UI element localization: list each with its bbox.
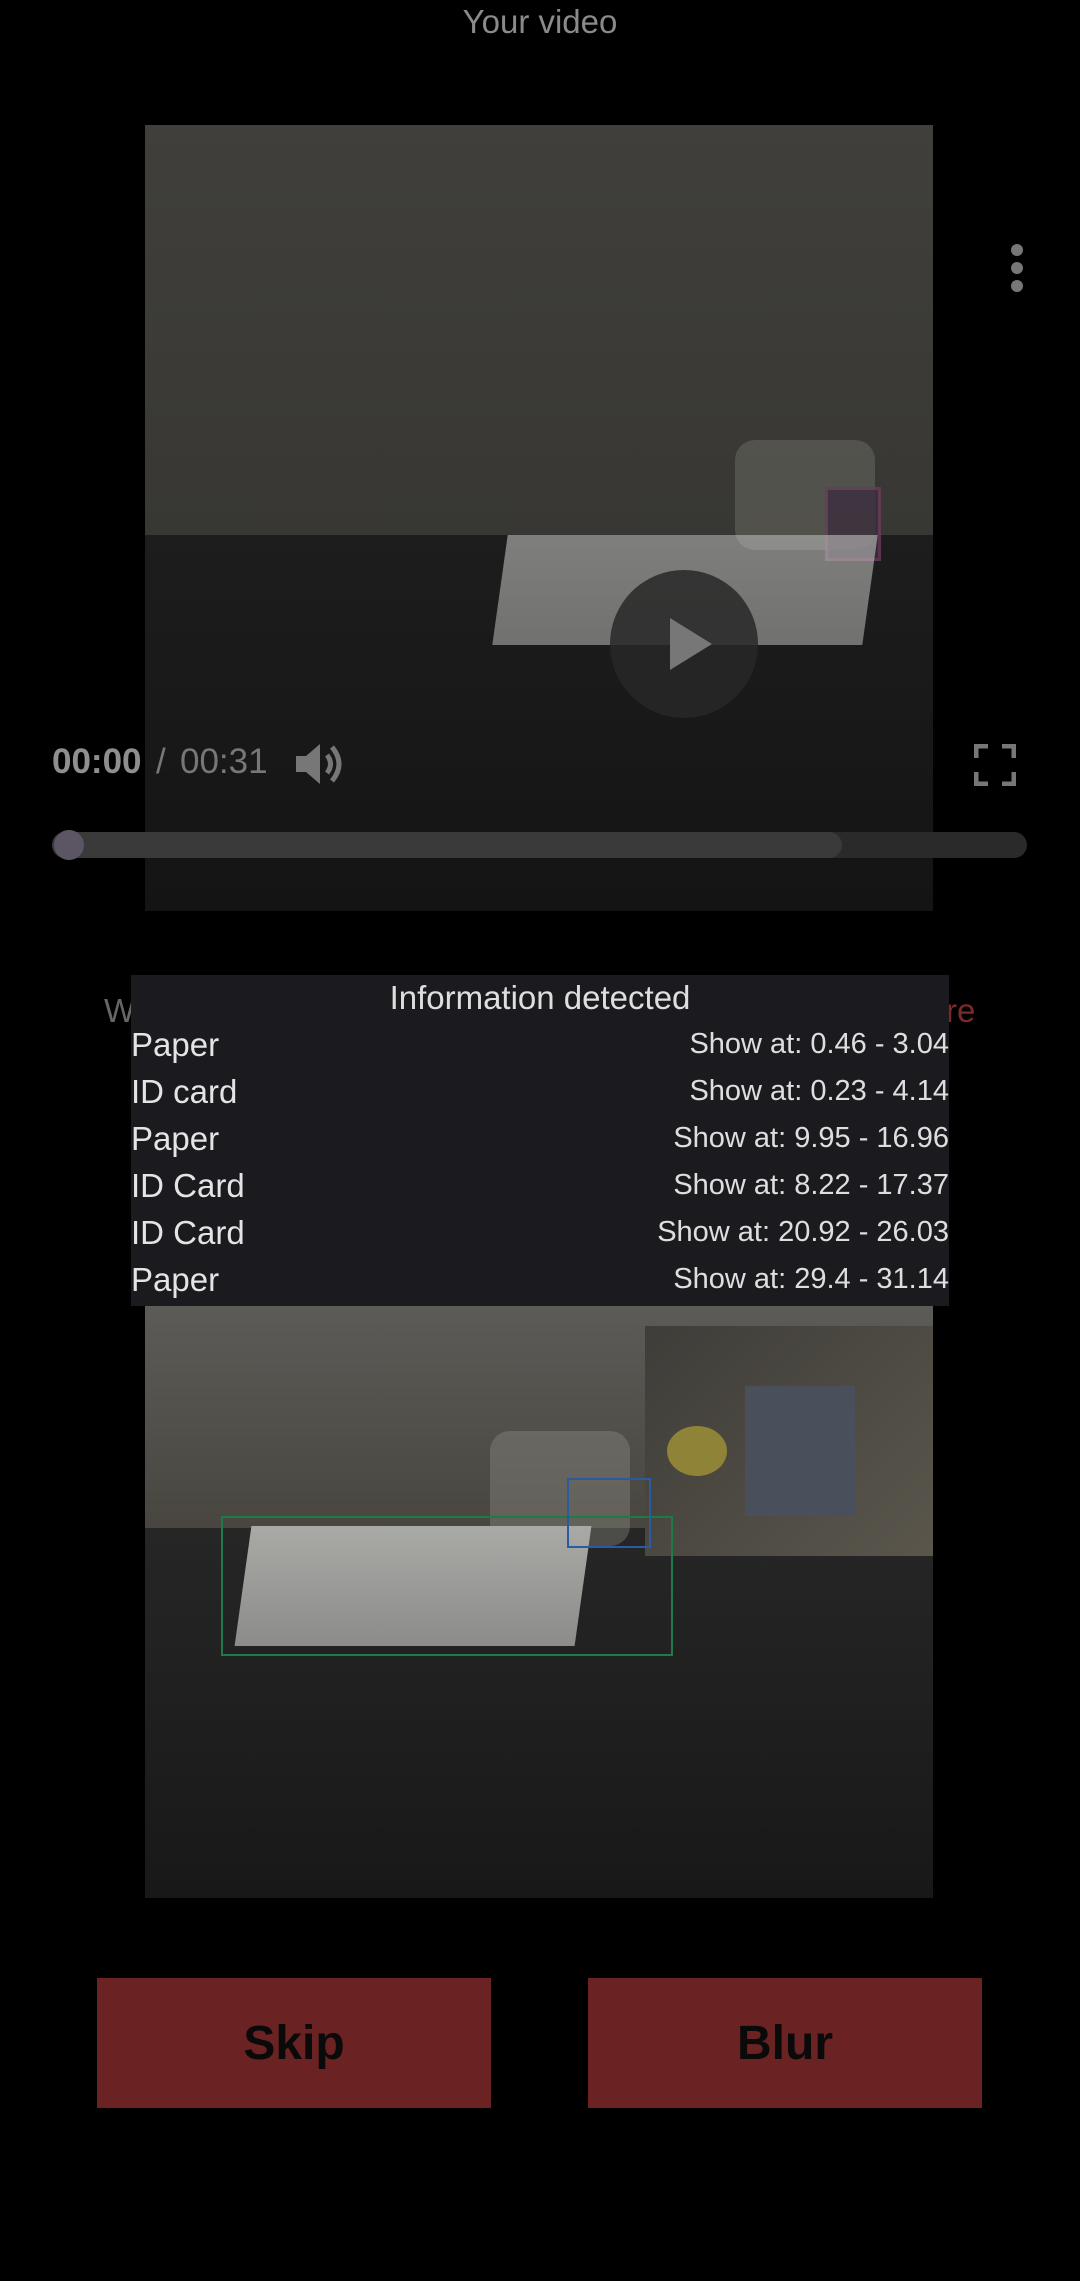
detection-row: ID Card Show at: 8.22 - 17.37 (131, 1162, 949, 1209)
preview-ball (667, 1426, 727, 1476)
detection-label: Paper (131, 1261, 220, 1298)
detection-row: ID Card Show at: 20.92 - 26.03 (131, 1209, 949, 1256)
detection-label: Paper (131, 1120, 220, 1157)
fullscreen-icon[interactable] (974, 744, 1016, 786)
total-time: 00:31 (180, 742, 268, 781)
underlying-text-right: re (946, 992, 976, 1029)
detection-time: Show at: 0.46 - 3.04 (689, 1028, 949, 1060)
detection-row: Paper Show at: 9.95 - 16.96 (131, 1115, 949, 1162)
seek-buffer (52, 832, 842, 858)
info-panel-title: Information detected (389, 979, 691, 1016)
detection-time: Show at: 9.95 - 16.96 (673, 1122, 949, 1154)
detection-time: Show at: 0.23 - 4.14 (689, 1075, 949, 1107)
more-vert-icon[interactable] (1008, 244, 1026, 292)
detection-label: ID Card (131, 1214, 245, 1251)
video-player[interactable] (145, 125, 933, 911)
current-time: 00:00 (52, 742, 142, 781)
page-title: Your video (462, 3, 618, 40)
detection-label: ID card (131, 1073, 238, 1110)
seek-thumb[interactable] (54, 830, 84, 860)
detection-row: ID card Show at: 0.23 - 4.14 (131, 1068, 949, 1115)
play-button[interactable] (610, 570, 758, 718)
preview-cup (745, 1386, 855, 1516)
detection-label: ID Card (131, 1167, 245, 1204)
id-card-detection-box (567, 1478, 651, 1548)
detection-time: Show at: 29.4 - 31.14 (673, 1263, 949, 1295)
seek-bar[interactable] (52, 832, 1027, 858)
detection-preview (145, 1306, 933, 1898)
detection-row: Paper Show at: 0.46 - 3.04 (131, 1021, 949, 1068)
detection-time: Show at: 8.22 - 17.37 (673, 1169, 949, 1201)
blur-button[interactable]: Blur (588, 1978, 982, 2108)
time-separator: / (156, 742, 166, 781)
detection-label: Paper (131, 1026, 220, 1063)
detection-row: Paper Show at: 29.4 - 31.14 (131, 1256, 949, 1303)
skip-button[interactable]: Skip (97, 1978, 491, 2108)
detection-time: Show at: 20.92 - 26.03 (657, 1216, 949, 1248)
play-icon (670, 618, 712, 670)
volume-icon[interactable] (292, 738, 346, 790)
information-panel: Information detected Paper Show at: 0.46… (131, 975, 949, 1306)
